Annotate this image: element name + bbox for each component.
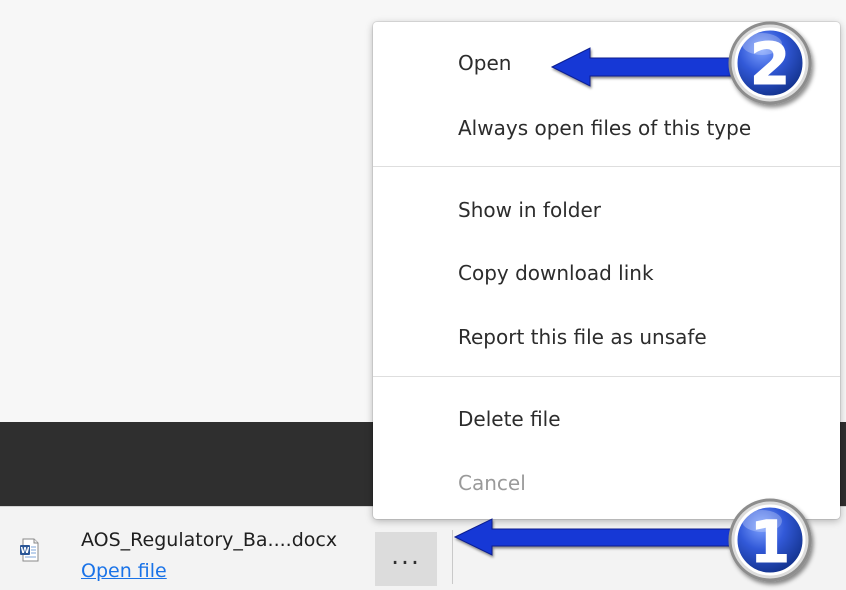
- callout-1-label: 1: [750, 508, 790, 576]
- downloaded-file-name[interactable]: AOS_Regulatory_Ba....docx: [81, 526, 366, 554]
- word-document-icon: W: [20, 538, 39, 562]
- callout-number-2: 2: [728, 21, 812, 105]
- screenshot-canvas: W AOS_Regulatory_Ba....docx Open file ..…: [0, 0, 846, 590]
- menu-item-report-unsafe[interactable]: Report this file as unsafe: [373, 315, 840, 359]
- menu-item-copy-download-link[interactable]: Copy download link: [373, 251, 840, 295]
- menu-item-always-open-file-type[interactable]: Always open files of this type: [373, 106, 840, 150]
- more-options-button[interactable]: ...: [375, 532, 437, 586]
- menu-separator: [373, 376, 840, 377]
- callout-2-label: 2: [750, 30, 790, 98]
- menu-item-delete-file[interactable]: Delete file: [373, 397, 840, 441]
- callout-number-1: 1: [728, 498, 812, 582]
- download-bar-divider: [452, 530, 453, 584]
- svg-text:W: W: [21, 546, 30, 555]
- menu-item-show-in-folder[interactable]: Show in folder: [373, 188, 840, 232]
- menu-separator: [373, 166, 840, 167]
- open-file-link[interactable]: Open file: [81, 557, 167, 585]
